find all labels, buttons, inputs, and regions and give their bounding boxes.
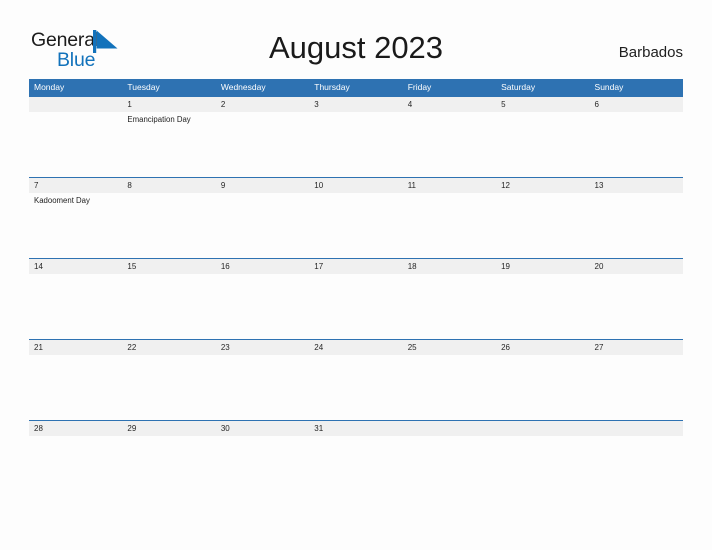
weekday-header-thursday: Thursday	[314, 82, 350, 92]
calendar-page: General Blue August 2023 Barbados Monday…	[0, 0, 712, 550]
day-number[interactable]: 29	[122, 421, 215, 436]
week-row: 7 8 9 10 11 12 13 Kadooment Day	[29, 177, 683, 258]
day-number[interactable]: 16	[216, 259, 309, 274]
day-number[interactable]: 13	[590, 178, 683, 193]
week-event-band	[29, 436, 683, 501]
day-event[interactable]	[403, 355, 496, 420]
day-event[interactable]	[496, 436, 589, 501]
day-number[interactable]: 15	[122, 259, 215, 274]
day-event[interactable]	[309, 274, 402, 339]
day-event[interactable]	[496, 193, 589, 258]
day-number[interactable]: 14	[29, 259, 122, 274]
day-event[interactable]	[122, 436, 215, 501]
week-date-band: 14 15 16 17 18 19 20	[29, 258, 683, 274]
day-number[interactable]: 1	[122, 97, 215, 112]
day-number[interactable]: 4	[403, 97, 496, 112]
week-row: 28 29 30 31	[29, 420, 683, 501]
day-event[interactable]	[29, 355, 122, 420]
weekday-header-wednesday: Wednesday	[220, 82, 266, 92]
day-number[interactable]: 31	[309, 421, 402, 436]
calendar-grid: Monday Tuesday Wednesday Thursday Friday…	[29, 79, 683, 501]
day-event[interactable]	[29, 436, 122, 501]
week-row: 21 22 23 24 25 26 27	[29, 339, 683, 420]
day-event[interactable]	[496, 355, 589, 420]
day-event[interactable]	[216, 355, 309, 420]
day-number[interactable]: 24	[309, 340, 402, 355]
week-date-band: 21 22 23 24 25 26 27	[29, 339, 683, 355]
day-event[interactable]	[216, 436, 309, 501]
day-number[interactable]: 17	[309, 259, 402, 274]
day-number[interactable]: 12	[496, 178, 589, 193]
day-event[interactable]	[496, 274, 589, 339]
day-event[interactable]	[309, 436, 402, 501]
day-number[interactable]: 21	[29, 340, 122, 355]
country-label: Barbados	[618, 44, 683, 61]
day-number[interactable]: 10	[309, 178, 402, 193]
week-date-band: 28 29 30 31	[29, 420, 683, 436]
day-event[interactable]	[403, 193, 496, 258]
day-event[interactable]	[309, 193, 402, 258]
weekday-header-monday: Monday	[34, 82, 65, 92]
weekday-header-row: Monday Tuesday Wednesday Thursday Friday…	[29, 79, 683, 96]
day-event[interactable]	[29, 274, 122, 339]
day-number[interactable]: 23	[216, 340, 309, 355]
day-number[interactable]: 2	[216, 97, 309, 112]
day-event[interactable]	[403, 436, 496, 501]
week-event-band	[29, 355, 683, 420]
day-number[interactable]	[496, 421, 589, 436]
day-number[interactable]: 11	[403, 178, 496, 193]
day-number[interactable]: 25	[403, 340, 496, 355]
day-event[interactable]	[216, 193, 309, 258]
day-event[interactable]	[403, 112, 496, 177]
day-number[interactable]	[590, 421, 683, 436]
day-event[interactable]	[590, 436, 683, 501]
week-event-band: Emancipation Day	[29, 112, 683, 177]
day-event[interactable]	[216, 274, 309, 339]
day-number[interactable]: 26	[496, 340, 589, 355]
page-title: August 2023	[268, 30, 444, 65]
week-row: 1 2 3 4 5 6 Emancipation Day	[29, 96, 683, 177]
weekday-header-tuesday: Tuesday	[127, 82, 160, 92]
day-event[interactable]	[309, 112, 402, 177]
day-number[interactable]: 7	[29, 178, 122, 193]
day-event[interactable]	[309, 355, 402, 420]
day-number[interactable]: 28	[29, 421, 122, 436]
day-number[interactable]	[403, 421, 496, 436]
week-event-band: Kadooment Day	[29, 193, 683, 258]
day-event[interactable]	[590, 193, 683, 258]
weekday-header-saturday: Saturday	[501, 82, 536, 92]
week-date-band: 1 2 3 4 5 6	[29, 96, 683, 112]
day-number[interactable]: 20	[590, 259, 683, 274]
week-date-band: 7 8 9 10 11 12 13	[29, 177, 683, 193]
page-header: General Blue August 2023 Barbados	[0, 0, 712, 78]
day-event[interactable]	[403, 274, 496, 339]
day-number[interactable]: 22	[122, 340, 215, 355]
day-number[interactable]: 19	[496, 259, 589, 274]
day-event[interactable]	[590, 274, 683, 339]
day-event[interactable]	[216, 112, 309, 177]
day-event[interactable]	[122, 355, 215, 420]
day-number[interactable]: 27	[590, 340, 683, 355]
day-number[interactable]: 3	[309, 97, 402, 112]
day-event[interactable]: Kadooment Day	[29, 193, 122, 258]
day-event[interactable]	[29, 112, 122, 177]
day-event[interactable]	[122, 274, 215, 339]
day-number[interactable]: 8	[122, 178, 215, 193]
day-number[interactable]: 9	[216, 178, 309, 193]
week-event-band	[29, 274, 683, 339]
week-row: 14 15 16 17 18 19 20	[29, 258, 683, 339]
weekday-header-friday: Friday	[407, 82, 432, 92]
day-event[interactable]	[496, 112, 589, 177]
day-event[interactable]	[122, 193, 215, 258]
weekday-header-sunday: Sunday	[594, 82, 624, 92]
day-number[interactable]	[29, 97, 122, 112]
day-event[interactable]	[590, 355, 683, 420]
day-number[interactable]: 5	[496, 97, 589, 112]
day-number[interactable]: 30	[216, 421, 309, 436]
day-number[interactable]: 6	[590, 97, 683, 112]
day-number[interactable]: 18	[403, 259, 496, 274]
day-event[interactable]: Emancipation Day	[122, 112, 215, 177]
day-event[interactable]	[590, 112, 683, 177]
